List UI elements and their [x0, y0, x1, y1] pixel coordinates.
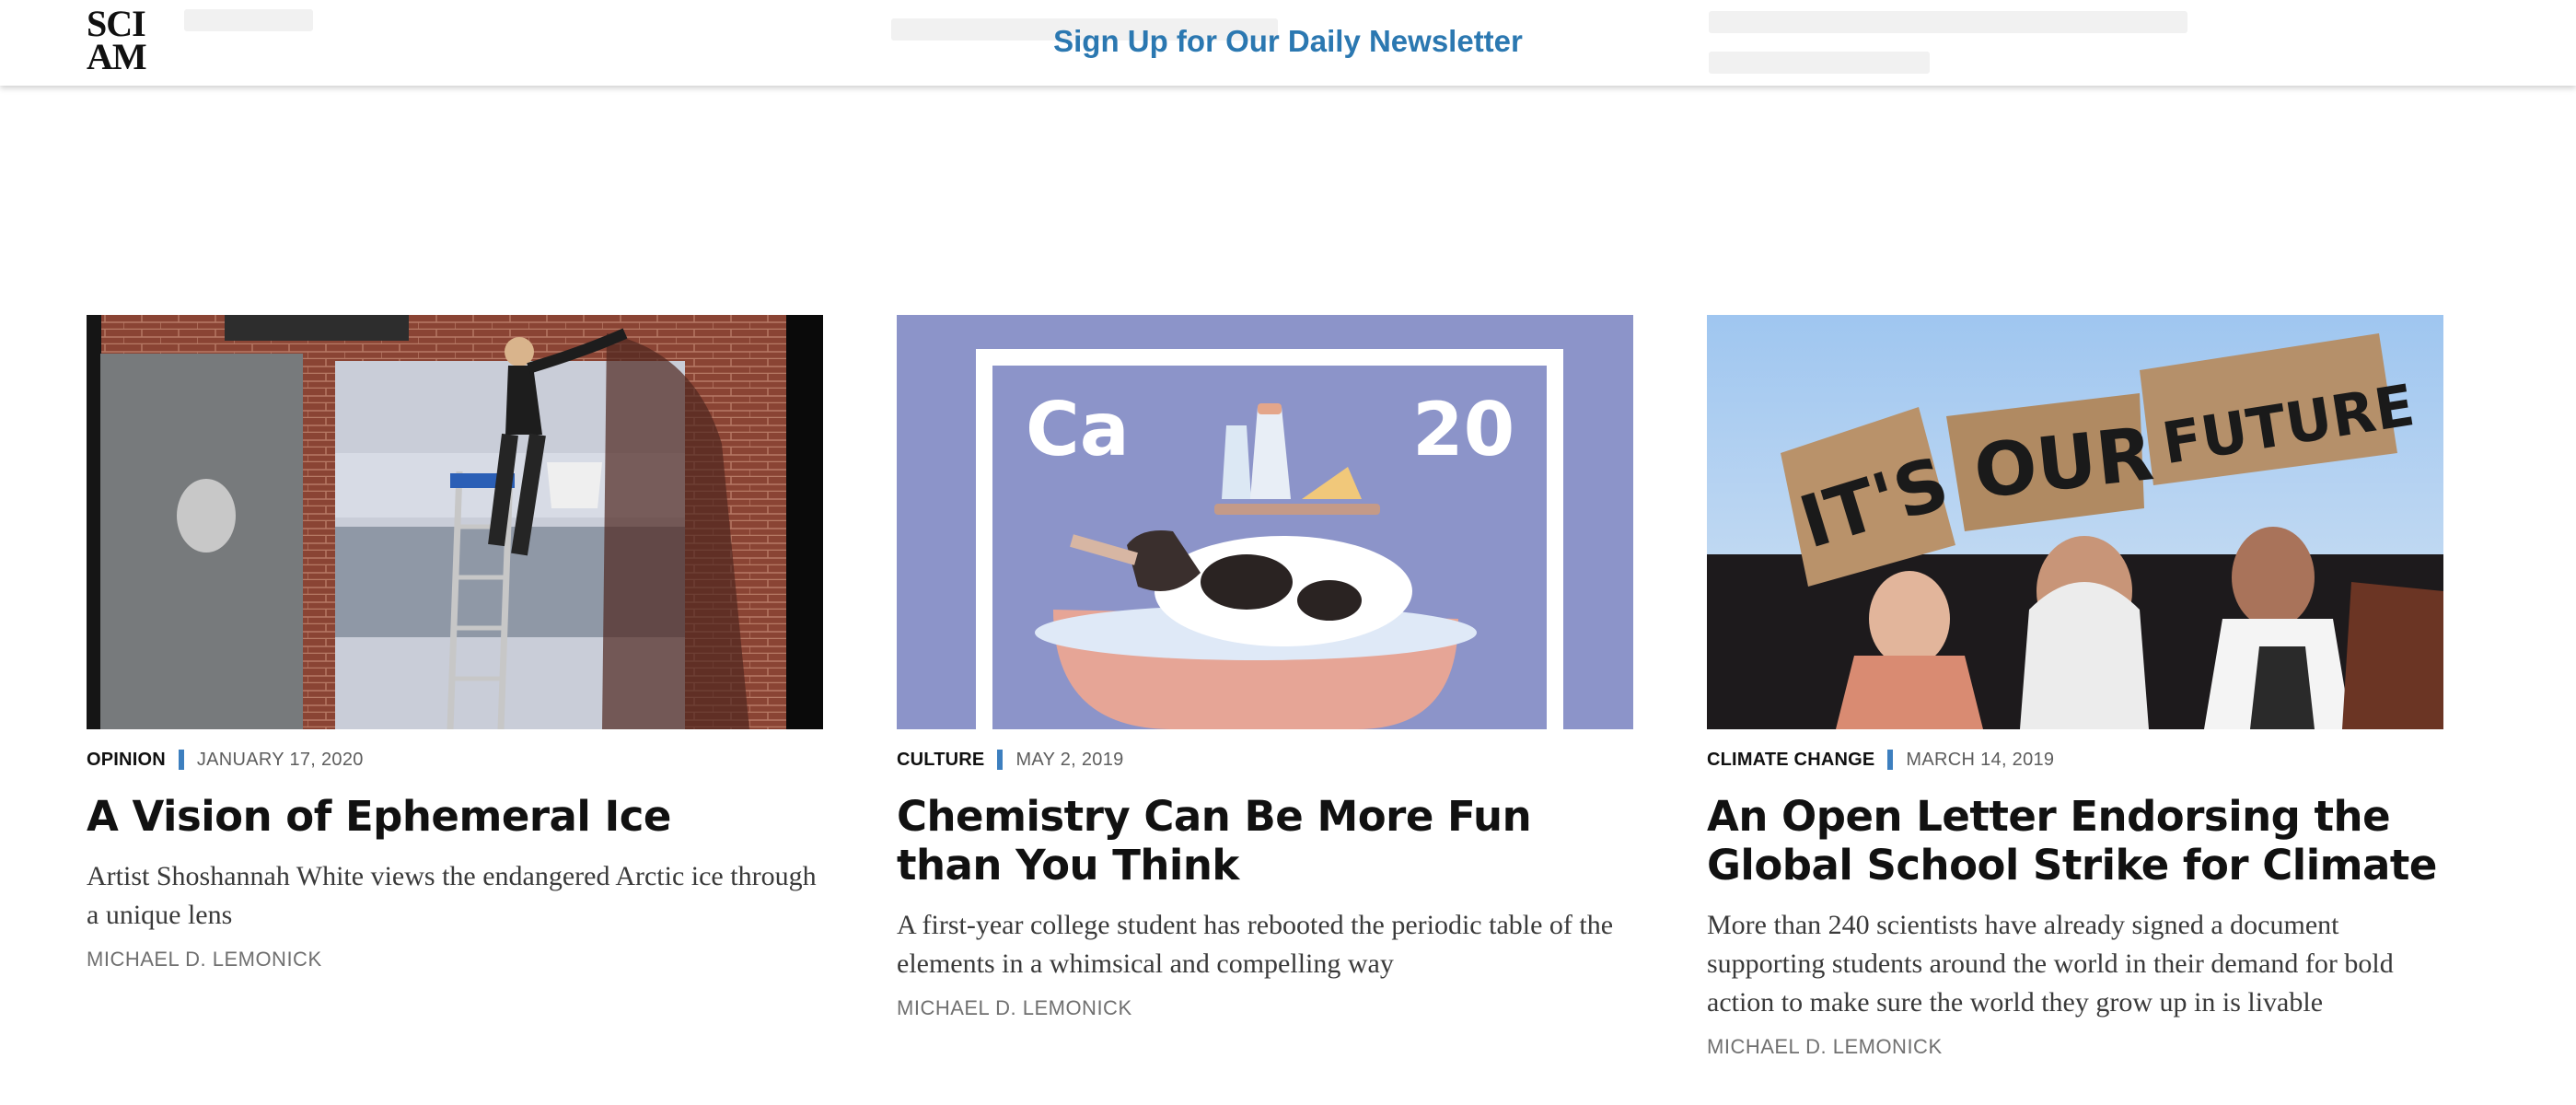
article-description: Artist Shoshannah White views the endang… — [87, 861, 817, 930]
meta-separator — [178, 750, 184, 770]
article-image[interactable]: IT'S OUR FUTURE — [1707, 315, 2443, 729]
article-image[interactable]: Ca 20 — [897, 315, 1633, 729]
article-card[interactable]: Ca 20 CULTURE MAY 2, 2019 Chemistry Can … — [897, 315, 1633, 1020]
article-author[interactable]: MICHAEL D. LEMONICK — [87, 948, 823, 971]
article-card[interactable]: IT'S OUR FUTURE CLIMATE CHANGE MARCH 14,… — [1707, 315, 2443, 1059]
newsletter-signup-link[interactable]: Sign Up for Our Daily Newsletter — [0, 24, 2576, 59]
element-symbol-text: Ca — [1026, 387, 1130, 472]
periodic-cow-image: Ca 20 — [897, 315, 1633, 729]
article-author[interactable]: MICHAEL D. LEMONICK — [897, 996, 1633, 1020]
article-meta: CULTURE MAY 2, 2019 — [897, 748, 1633, 772]
category-label[interactable]: CLIMATE CHANGE — [1707, 750, 1874, 771]
article-author[interactable]: MICHAEL D. LEMONICK — [1707, 1035, 2443, 1059]
artist-mural-image — [87, 315, 823, 729]
publish-date: JANUARY 17, 2020 — [196, 749, 364, 770]
article-meta: CLIMATE CHANGE MARCH 14, 2019 — [1707, 748, 2443, 772]
article-description: A first-year college student has reboote… — [897, 910, 1614, 979]
article-title[interactable]: Chemistry Can Be More Fun than You Think — [897, 792, 1633, 890]
category-label[interactable]: OPINION — [87, 750, 166, 771]
climate-protest-image: IT'S OUR FUTURE — [1707, 315, 2443, 729]
publish-date: MAY 2, 2019 — [1015, 749, 1124, 770]
article-image[interactable] — [87, 315, 823, 729]
category-label[interactable]: CULTURE — [897, 750, 984, 771]
meta-separator — [997, 750, 1004, 770]
element-number-text: 20 — [1412, 387, 1514, 472]
publish-date: MARCH 14, 2019 — [1906, 749, 2055, 770]
article-description: More than 240 scientists have already si… — [1707, 910, 2394, 1018]
article-meta: OPINION JANUARY 17, 2020 — [87, 748, 823, 772]
article-title[interactable]: An Open Letter Endorsing the Global Scho… — [1707, 792, 2443, 890]
article-title[interactable]: A Vision of Ephemeral Ice — [87, 792, 823, 841]
site-header: SCI AM Sign Up for Our Daily Newsletter — [0, 0, 2576, 86]
meta-separator — [1887, 750, 1894, 770]
article-card[interactable]: OPINION JANUARY 17, 2020 A Vision of Eph… — [87, 315, 823, 971]
